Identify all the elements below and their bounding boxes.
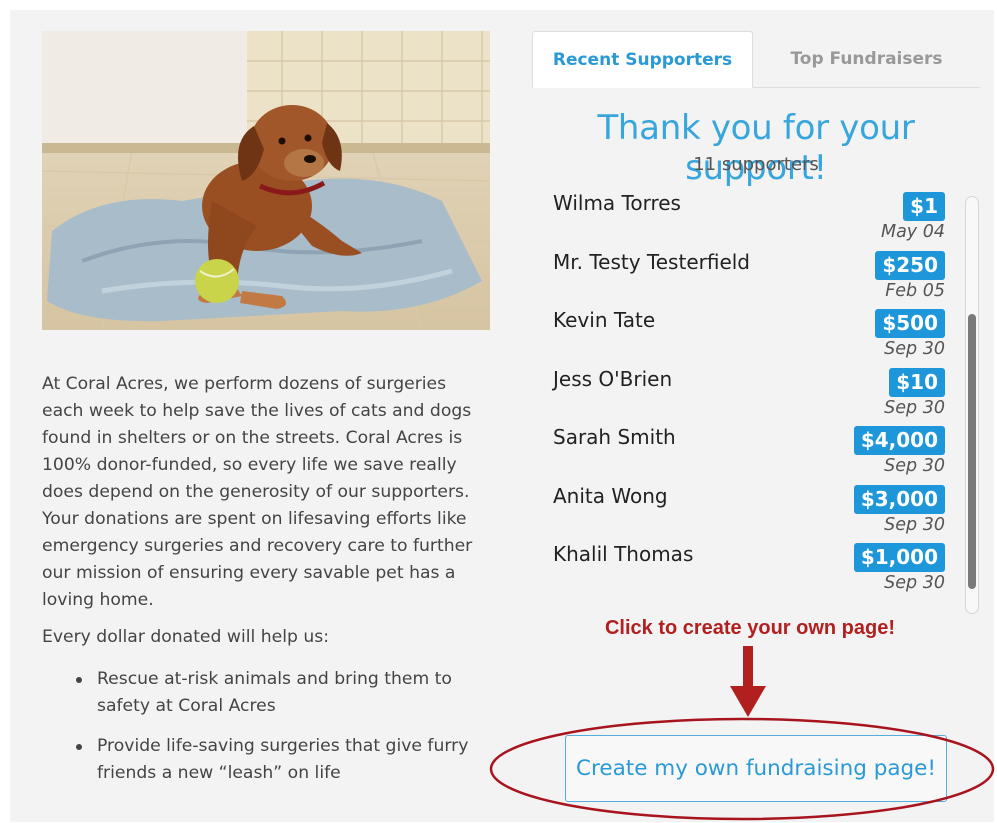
donation-date: Sep 30 xyxy=(884,397,945,418)
supporter-count: 11 supporters xyxy=(693,154,819,175)
donation-amount-badge: $3,000 xyxy=(853,484,945,514)
supporters-list: Wilma Torres $1 May 04 Mr. Testy Testerf… xyxy=(545,188,957,598)
help-intro-text: Every dollar donated will help us: xyxy=(42,627,329,647)
supporter-name: Kevin Tate xyxy=(553,308,656,332)
tab-recent-supporters[interactable]: Recent Supporters xyxy=(532,31,753,88)
donation-date: Sep 30 xyxy=(884,573,945,593)
list-item-text: Rescue at-risk animals and bring them to… xyxy=(97,669,452,716)
donation-date: May 04 xyxy=(880,222,945,242)
bullet-icon xyxy=(76,677,82,683)
list-item: Sarah Smith $4,000 Sep 30 xyxy=(545,422,957,481)
supporter-name: Sarah Smith xyxy=(553,425,676,449)
list-item: Anita Wong $3,000 Sep 30 xyxy=(545,481,957,540)
list-item: Khalil Thomas $1,000 Sep 30 xyxy=(545,539,957,598)
tab-top-fundraisers[interactable]: Top Fundraisers xyxy=(756,31,977,88)
donation-date: Sep 30 xyxy=(884,456,945,476)
donation-amount-badge: $500 xyxy=(875,309,945,338)
campaign-photo xyxy=(42,31,490,330)
donation-amount-badge: $4,000 xyxy=(853,426,945,455)
supporter-name: Wilma Torres xyxy=(553,191,681,215)
donation-date: Sep 30 xyxy=(884,339,945,359)
donation-date: Sep 30 xyxy=(884,514,945,535)
dog-photo-illustration xyxy=(42,31,490,330)
supporters-scrollbar[interactable] xyxy=(965,196,979,614)
campaign-description: At Coral Acres, we perform dozens of sur… xyxy=(42,374,473,610)
supporter-name: Khalil Thomas xyxy=(553,542,694,566)
annotation-callout: Click to create your own page! xyxy=(604,617,896,639)
donation-amount-badge: $1 xyxy=(903,192,945,221)
impact-list: Rescue at-risk animals and bring them to… xyxy=(74,666,492,800)
list-item: Rescue at-risk animals and bring them to… xyxy=(74,666,492,720)
list-item: Jess O'Brien $10 Sep 30 xyxy=(545,364,957,423)
list-item: Provide life-saving surgeries that give … xyxy=(74,733,492,787)
supporter-name: Jess O'Brien xyxy=(553,366,673,391)
donation-amount-badge: $250 xyxy=(875,250,945,280)
supporter-name: Mr. Testy Testerfield xyxy=(553,249,751,274)
thank-you-heading: Thank you for your support! xyxy=(597,108,915,188)
donation-amount-badge: $1,000 xyxy=(853,543,945,572)
donation-amount-badge: $10 xyxy=(889,367,945,397)
arrow-down-icon xyxy=(730,646,766,717)
list-item: Kevin Tate $500 Sep 30 xyxy=(545,305,957,364)
create-fundraising-page-button[interactable]: Create my own fundraising page! xyxy=(565,735,947,802)
list-item: Mr. Testy Testerfield $250 Feb 05 xyxy=(545,247,957,306)
supporter-name: Anita Wong xyxy=(553,483,668,508)
donation-date: Feb 05 xyxy=(885,280,945,301)
list-item: Wilma Torres $1 May 04 xyxy=(545,188,957,247)
bullet-icon xyxy=(76,744,82,750)
scrollbar-thumb[interactable] xyxy=(968,314,976,589)
list-item-text: Provide life-saving surgeries that give … xyxy=(97,736,469,783)
